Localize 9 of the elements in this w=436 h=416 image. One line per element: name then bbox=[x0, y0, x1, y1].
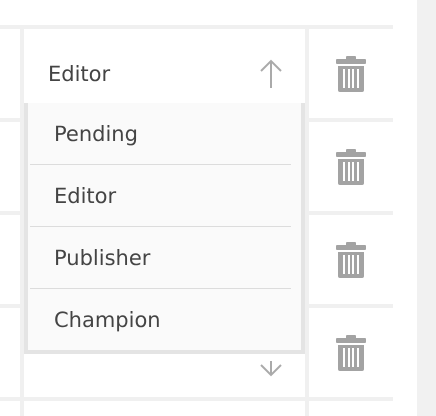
delete-icon[interactable] bbox=[336, 148, 366, 184]
role-value[interactable]: Editor bbox=[48, 62, 110, 86]
dropdown-option[interactable]: Champion bbox=[30, 289, 291, 350]
delete-icon[interactable] bbox=[336, 56, 366, 92]
dropdown-option[interactable]: Publisher bbox=[30, 227, 291, 289]
delete-icon[interactable] bbox=[336, 242, 366, 278]
dropdown-option[interactable]: Pending bbox=[30, 103, 291, 165]
dropdown-option[interactable]: Editor bbox=[30, 165, 291, 227]
delete-icon[interactable] bbox=[336, 334, 366, 370]
